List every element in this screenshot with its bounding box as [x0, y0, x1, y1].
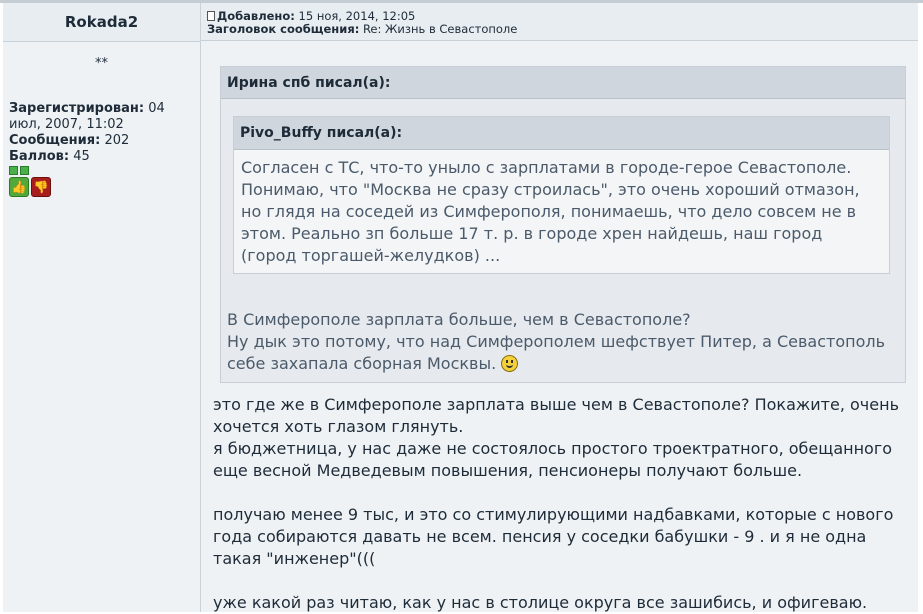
- thumb-down-icon[interactable]: 👎: [31, 177, 51, 197]
- points-row: Баллов: 45: [9, 149, 200, 165]
- reputation-square: [9, 166, 18, 175]
- post-paragraph: это где же в Симферополе зарплата выше ч…: [213, 395, 899, 436]
- quote-inner: Pivo_Buffy писал(а): Согласен с ТС, что-…: [233, 116, 890, 274]
- points-value: 45: [69, 149, 90, 164]
- quote-outer-title: Ирина спб писал(а):: [221, 67, 905, 99]
- posts-row: Сообщения: 202: [9, 133, 200, 149]
- registered-row: Зарегистрирован: 04 июл, 2007, 11:02: [9, 101, 200, 133]
- post-subject-row: Заголовок сообщения: Re: Жизнь в Севасто…: [207, 23, 918, 36]
- posts-value: 202: [100, 133, 130, 148]
- registered-label: Зарегистрирован:: [9, 101, 145, 116]
- post-header: Добавлено: 15 ноя, 2014, 12:05 Заголовок…: [201, 3, 918, 41]
- author-profile: Зарегистрирован: 04 июл, 2007, 11:02 Соо…: [3, 101, 200, 197]
- author-header: Rokada2: [3, 3, 200, 42]
- post-paragraph: уже какой раз читаю, как у нас в столице…: [213, 593, 868, 612]
- added-label: Добавлено:: [217, 9, 295, 23]
- quote-outer-line: В Симферополе зарплата больше, чем в Сев…: [227, 310, 691, 329]
- post-paragraph: я бюджетница, у нас даже не состоялось п…: [213, 439, 893, 480]
- post-panel: Добавлено: 15 ноя, 2014, 12:05 Заголовок…: [201, 3, 918, 612]
- subject-value: Re: Жизнь в Севастополе: [359, 22, 518, 36]
- quote-inner-title: Pivo_Buffy писал(а):: [234, 117, 889, 150]
- author-rank: **: [95, 56, 108, 71]
- quote-outer-text: В Симферополе зарплата больше, чем в Сев…: [227, 309, 897, 375]
- added-value: 15 ноя, 2014, 12:05: [294, 9, 416, 23]
- reputation-square: [20, 166, 29, 175]
- vote-buttons: 👍 👎: [9, 177, 200, 197]
- reputation-indicator: [9, 166, 200, 175]
- post-paragraph: получаю менее 9 тыс, и это со стимулирую…: [213, 505, 894, 568]
- quote-outer-line: Ну дык это потому, что над Симферополем …: [227, 332, 886, 373]
- post-body: это где же в Симферополе зарплата выше ч…: [213, 394, 903, 614]
- posts-label: Сообщения:: [9, 133, 101, 148]
- thumb-up-icon[interactable]: 👍: [9, 177, 29, 197]
- author-name[interactable]: Rokada2: [65, 13, 138, 31]
- subject-label: Заголовок сообщения:: [207, 22, 360, 36]
- quote-inner-text: Согласен с ТС, что-то уныло с зарплатами…: [241, 158, 860, 265]
- post-icon[interactable]: [207, 11, 215, 21]
- points-label: Баллов:: [9, 149, 70, 164]
- smiley-icon: [501, 355, 519, 372]
- quote-outer: Ирина спб писал(а): Pivo_Buffy писал(а):…: [220, 66, 906, 383]
- author-panel: Rokada2 ** Зарегистрирован: 04 июл, 2007…: [3, 3, 201, 612]
